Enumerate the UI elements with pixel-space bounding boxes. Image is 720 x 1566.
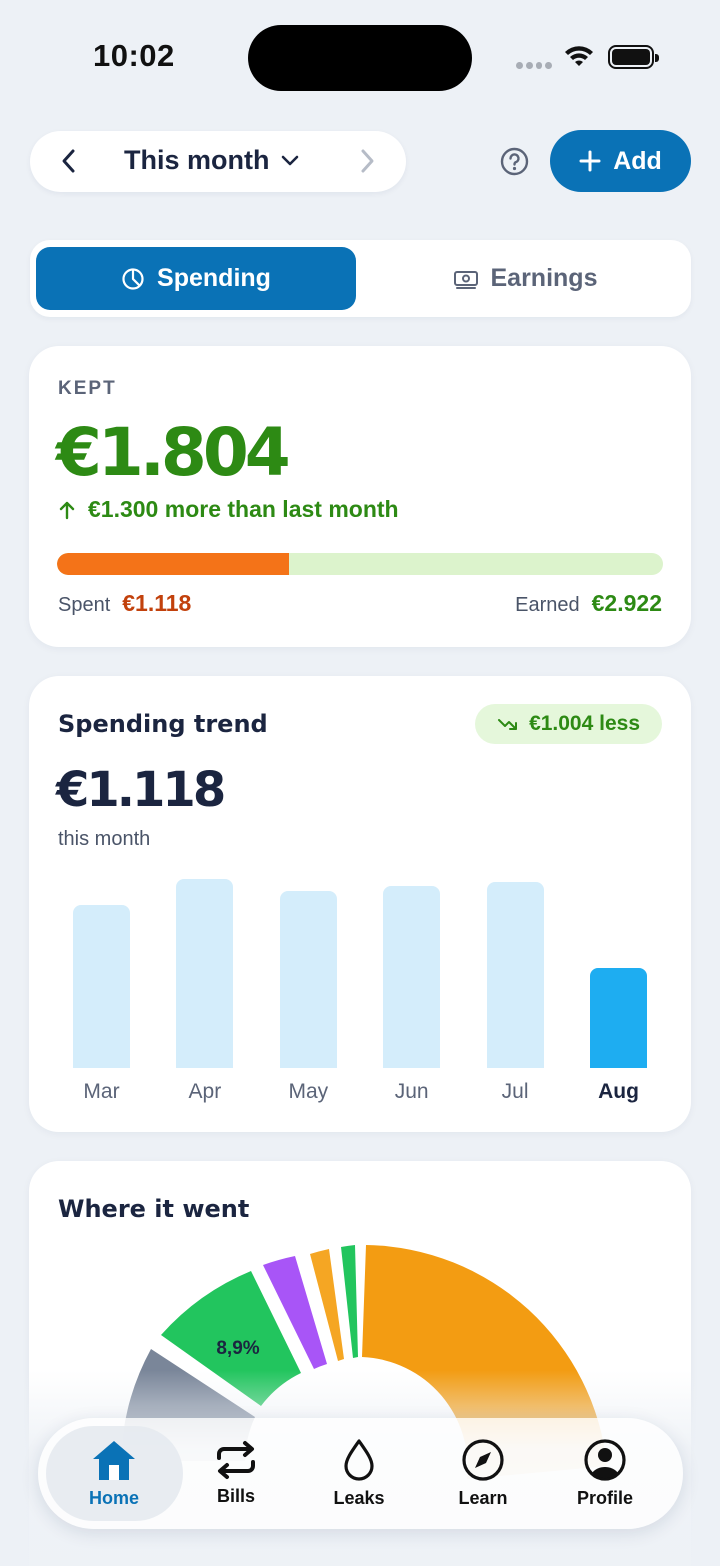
trend-bar-aug[interactable] — [590, 967, 647, 1068]
tab-bills-label: Bills — [216, 1486, 255, 1506]
tab-bills[interactable]: Bills — [174, 1418, 298, 1529]
trend-bar-label-jul: Jul — [501, 1080, 529, 1103]
tab-leaks-label: Leaks — [333, 1488, 385, 1508]
trend-subtitle: this month — [58, 828, 151, 850]
banknote-icon — [453, 270, 478, 289]
trend-bar-jun[interactable] — [383, 886, 441, 1068]
trend-title: Spending trend — [58, 710, 268, 738]
tab-earnings-label: Earnings — [490, 264, 598, 292]
arrow-up-icon — [59, 501, 75, 519]
chevron-right-icon — [361, 149, 374, 173]
tab-home[interactable]: Home — [52, 1418, 176, 1529]
spending-trend-card[interactable]: Spending trend €1.004 less €1.118 this m… — [29, 676, 691, 1132]
previous-period-button[interactable] — [54, 147, 82, 175]
tab-spending-label: Spending — [157, 264, 271, 292]
trend-badge-text: €1.004 less — [529, 712, 640, 735]
chevron-down-icon — [282, 155, 299, 165]
donut-slice-green-small[interactable] — [341, 1245, 358, 1358]
trend-bar-chart — [73, 870, 649, 1068]
plus-icon — [579, 150, 601, 172]
status-time: 10:02 — [93, 38, 175, 73]
chevron-left-icon — [62, 149, 75, 173]
add-button-label: Add — [613, 146, 662, 175]
spent-value: €1.118 — [122, 590, 192, 616]
compass-icon — [462, 1439, 504, 1481]
donut-slice-label: 8,9% — [216, 1338, 259, 1359]
earned-label: Earned — [515, 594, 580, 616]
pie-chart-icon — [122, 267, 144, 290]
tab-earnings[interactable]: Earnings — [366, 247, 684, 310]
period-dropdown[interactable]: This month — [124, 145, 299, 176]
tab-learn-label: Learn — [458, 1488, 508, 1508]
cellular-signal-icon — [516, 62, 552, 70]
tab-spending[interactable]: Spending — [36, 247, 356, 310]
next-period-button[interactable] — [354, 147, 382, 175]
help-icon[interactable] — [500, 147, 529, 176]
earned-summary: Earned €2.922 — [515, 590, 662, 617]
tab-profile-label: Profile — [576, 1488, 633, 1508]
earned-value: €2.922 — [591, 590, 662, 616]
trend-bar-label-mar: Mar — [83, 1080, 120, 1103]
trend-badge: €1.004 less — [475, 704, 662, 744]
tab-profile[interactable]: Profile — [543, 1418, 667, 1529]
dynamic-island — [248, 25, 472, 91]
kept-delta-text: €1.300 more than last month — [88, 496, 399, 522]
spent-label: Spent — [58, 594, 111, 616]
battery-icon — [608, 45, 659, 69]
period-selector: This month — [30, 131, 406, 192]
spent-summary: Spent €1.118 — [58, 590, 191, 617]
tab-home-label: Home — [88, 1488, 139, 1508]
spent-progress-fill — [57, 553, 290, 575]
trend-amount: €1.118 — [56, 762, 226, 818]
bottom-tab-bar: Home Bills Leaks Learn Profile — [38, 1418, 683, 1529]
view-segmented-control: Spending Earnings — [30, 240, 691, 317]
profile-icon — [584, 1439, 626, 1481]
kept-amount: €1.804 — [56, 414, 291, 491]
trend-bar-jul[interactable] — [486, 882, 544, 1068]
home-icon — [93, 1441, 135, 1480]
trend-bar-label-jun: Jun — [394, 1080, 429, 1103]
tab-leaks[interactable]: Leaks — [297, 1418, 421, 1529]
trend-bar-may[interactable] — [279, 891, 337, 1068]
kept-summary-card: KEPT €1.804 €1.300 more than last month … — [29, 346, 691, 647]
trend-bar-mar[interactable] — [73, 904, 130, 1068]
repeat-icon — [217, 1441, 255, 1479]
tab-learn[interactable]: Learn — [421, 1418, 545, 1529]
add-button[interactable]: Add — [550, 130, 691, 192]
kept-label: KEPT — [58, 378, 117, 399]
trend-down-icon — [498, 719, 518, 730]
trend-bar-label-aug: Aug — [598, 1080, 639, 1103]
spent-earned-progress-bar — [57, 553, 663, 575]
trend-bar-label-apr: Apr — [188, 1080, 222, 1103]
wifi-icon — [565, 46, 593, 66]
kept-delta: €1.300 more than last month — [58, 496, 399, 523]
trend-bar-apr[interactable] — [176, 879, 234, 1068]
trend-bar-label-may: May — [288, 1080, 329, 1103]
period-label: This month — [124, 145, 270, 175]
drop-icon — [344, 1439, 374, 1481]
